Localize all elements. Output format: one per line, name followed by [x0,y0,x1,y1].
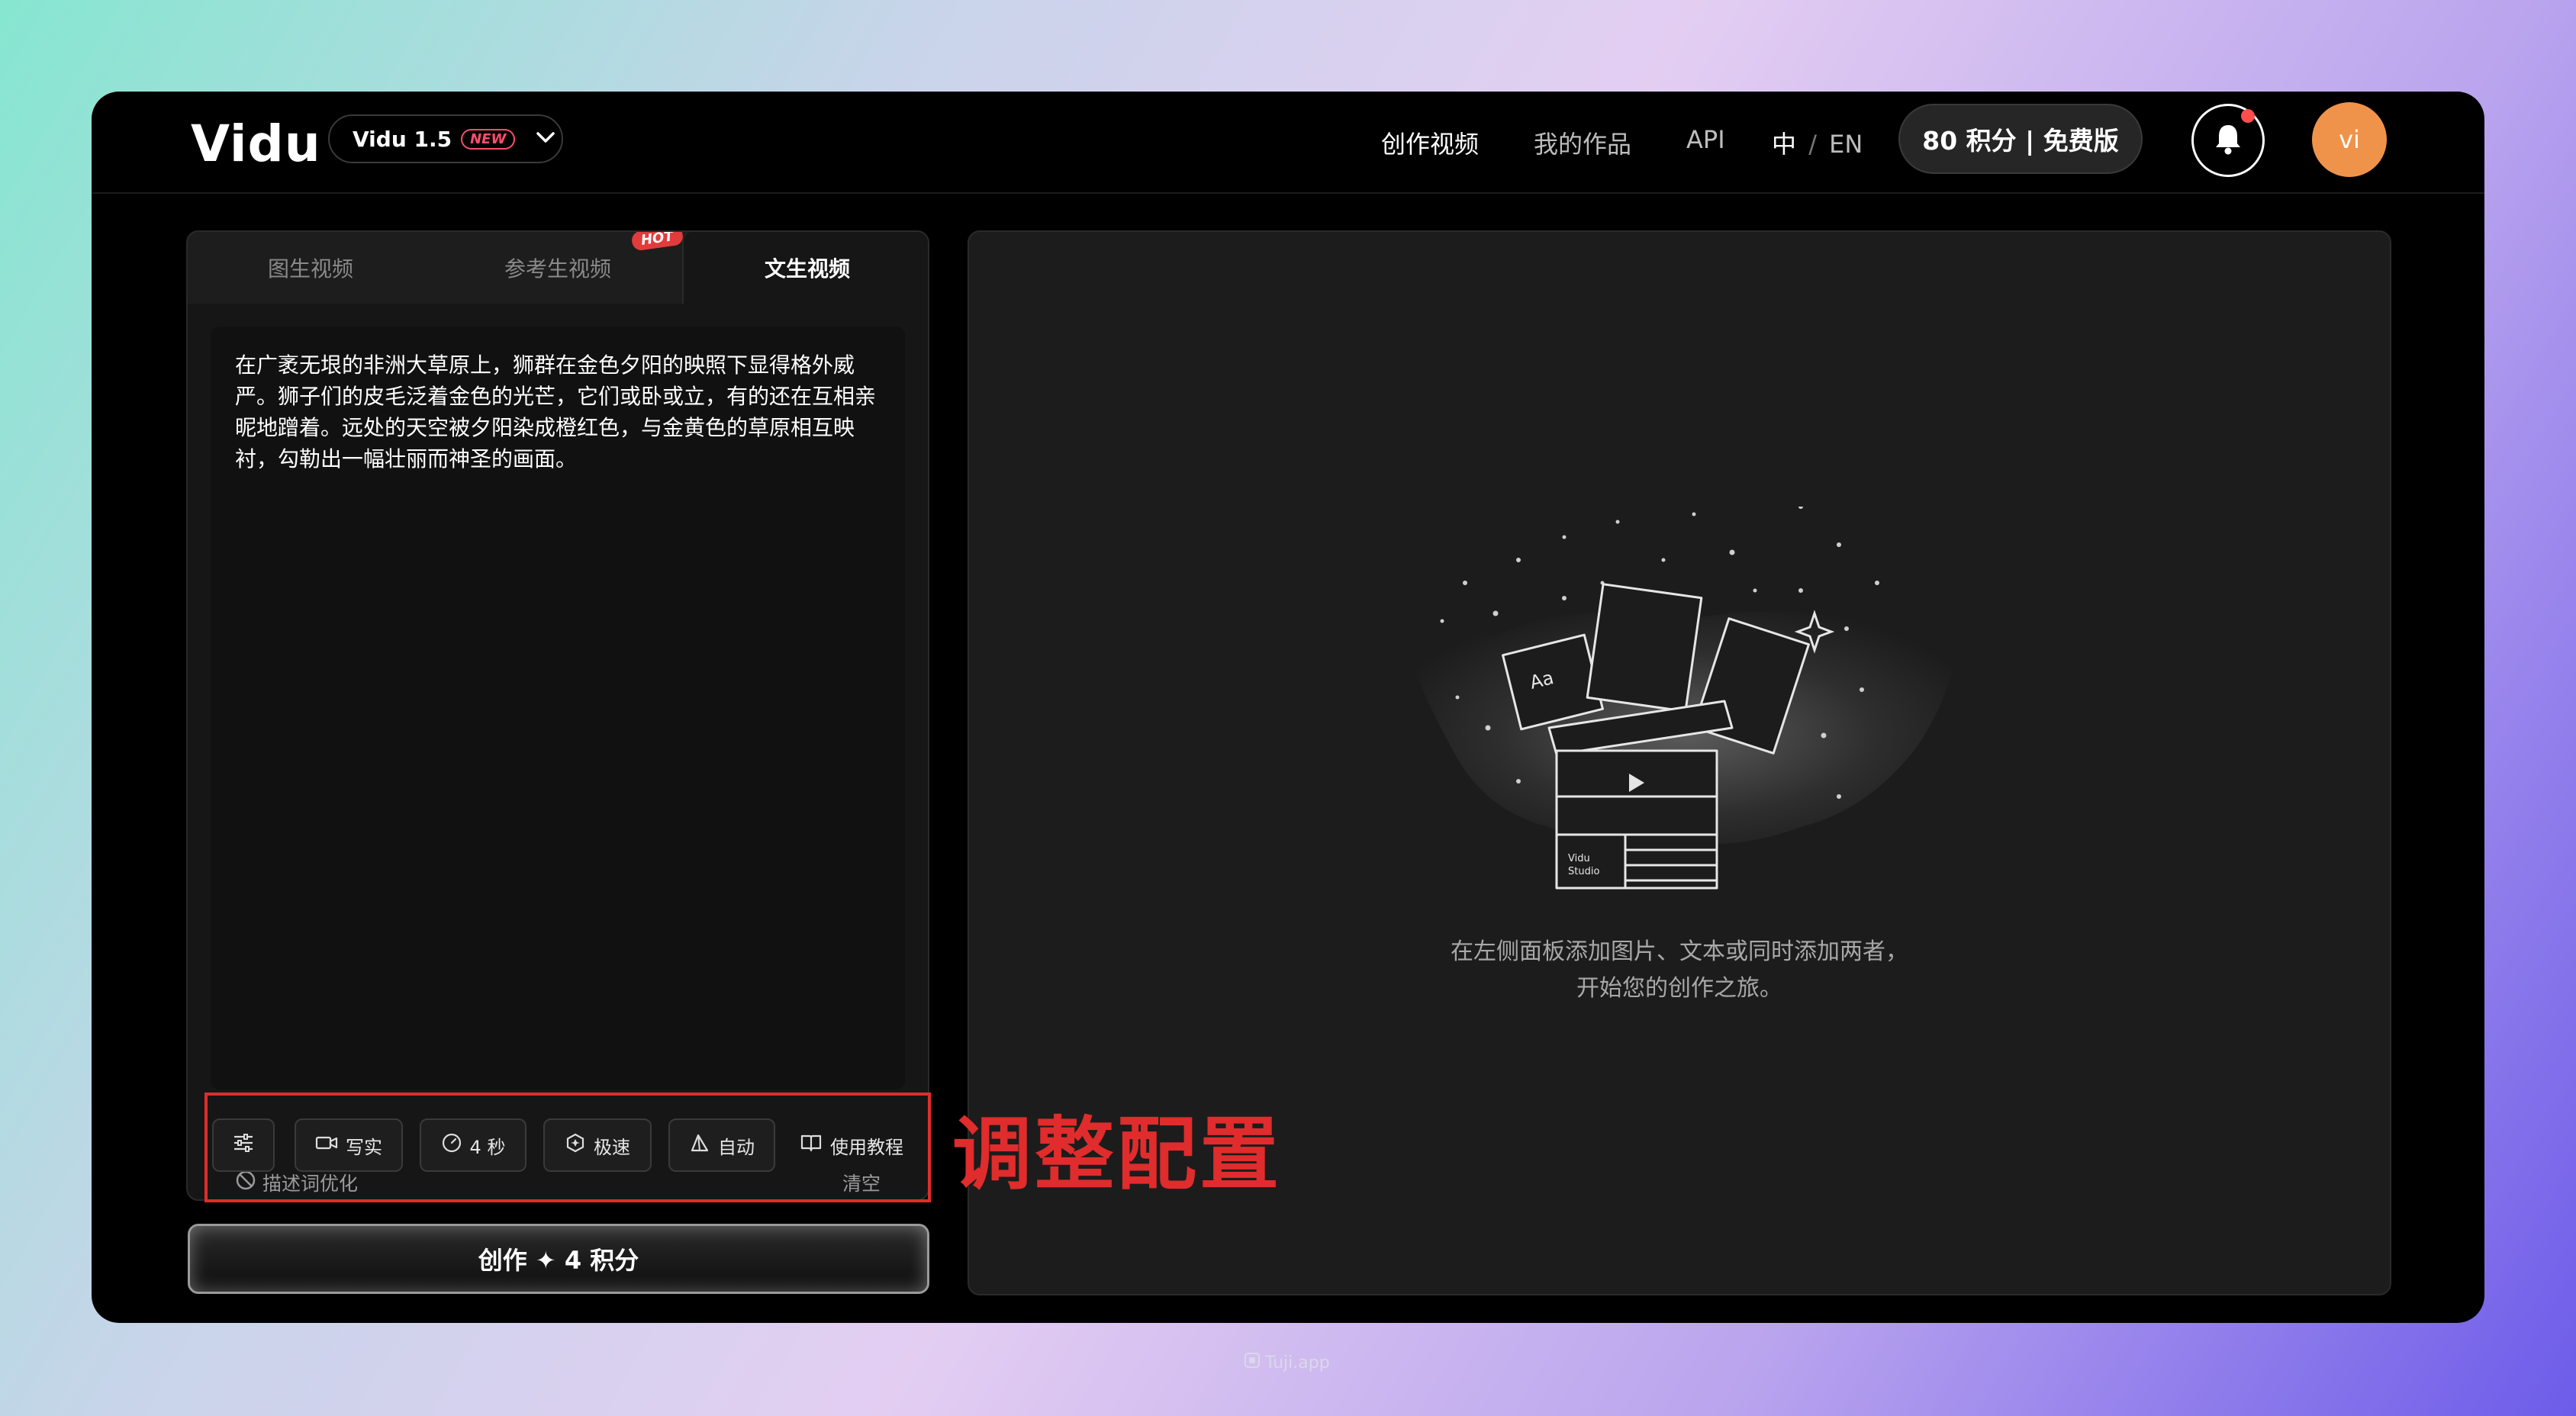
vidu-logo[interactable]: Vidu [191,114,321,173]
empty-state-line-2: 开始您的创作之旅。 [1576,975,1782,1002]
version-label: Vidu 1.5 [353,126,452,152]
nav-my-works[interactable]: 我的作品 [1534,125,1631,160]
prompt-text[interactable]: 在广袤无垠的非洲大草原上，狮群在金色夕阳的映照下显得格外威严。狮子们的皮毛泛着金… [235,349,884,475]
watermark: Tuji.app [1244,1352,1330,1373]
nav-api[interactable]: API [1686,125,1725,154]
chevron-down-icon [535,130,556,148]
watermark-label: Tuji.app [1265,1353,1330,1373]
top-bar: Vidu Vidu 1.5 NEW 创作视频 我的作品 API 中 / EN 8… [92,92,2484,194]
empty-state-text: 在左侧面板添加图片、文本或同时添加两者， 开始您的创作之旅。 [969,934,2390,1007]
tab-text-to-video[interactable]: 文生视频 [682,232,928,304]
notification-button[interactable] [2191,104,2265,177]
annotation-highlight-box [204,1093,931,1202]
lang-separator: / [1808,130,1817,159]
avatar[interactable]: vi [2312,102,2387,177]
tuji-logo-icon [1244,1352,1261,1373]
lang-en[interactable]: EN [1829,130,1863,159]
annotation-label: 调整配置 [952,1108,1283,1201]
create-button[interactable]: 创作 ✦ 4 积分 [188,1224,929,1294]
input-panel: 图生视频 参考生视频 文生视频 HOT 在广袤无垠的非洲大草原上，狮群在金色夕阳… [186,230,929,1201]
credits-button[interactable]: 80 积分 | 免费版 [1898,104,2143,174]
new-badge: NEW [461,128,516,150]
studio-text-1: Vidu [1568,853,1590,864]
notification-dot [2241,109,2255,123]
studio-text-2: Studio [1568,866,1599,877]
lang-zh[interactable]: 中 [1772,130,1796,159]
prompt-textarea[interactable]: 在广袤无垠的非洲大草原上，狮群在金色夕阳的映照下显得格外威严。狮子们的皮毛泛着金… [211,327,905,1195]
mode-tabs: 图生视频 参考生视频 文生视频 [188,232,928,304]
bell-icon [2213,122,2243,159]
language-switch[interactable]: 中 / EN [1772,125,1863,160]
nav-create-video[interactable]: 创作视频 [1381,125,1479,160]
empty-state-line-1: 在左侧面板添加图片、文本或同时添加两者， [1451,938,1908,965]
empty-state-illustration: Aa Vidu Studio [1404,507,1969,890]
tab-image-to-video[interactable]: 图生视频 [188,232,433,304]
version-select[interactable]: Vidu 1.5 NEW [328,114,563,163]
